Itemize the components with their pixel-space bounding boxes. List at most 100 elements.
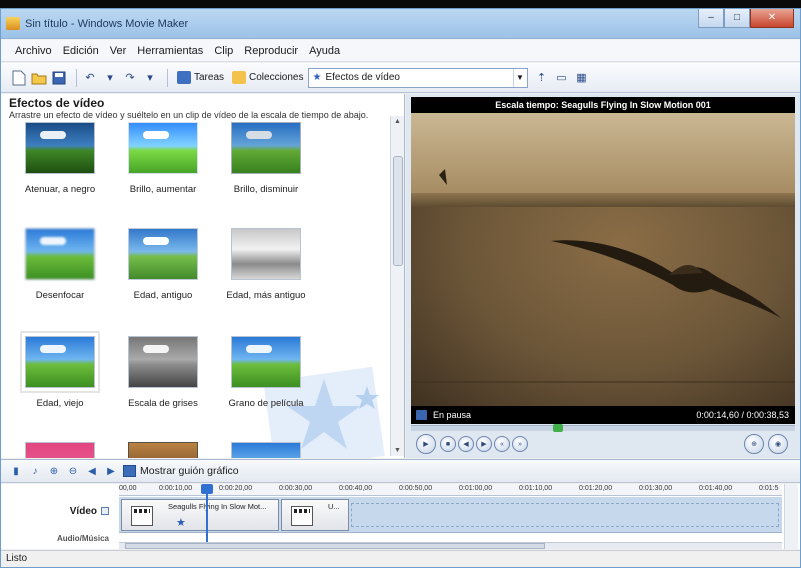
video-track-label[interactable]: Vídeo [1,506,117,517]
audio-track-label: Audio/Música [56,534,109,543]
effect-tile[interactable]: Edad, viejo [15,331,105,409]
ruler-tick: 0:01:20,00 [579,485,613,492]
playhead-handle[interactable] [201,484,213,494]
preview-status-bar: En pausa 0:00:14,60 / 0:00:38,53 [411,406,795,424]
menu-archivo[interactable]: Archivo [15,45,52,57]
timeline-clip[interactable]: Seagulls Flying In Slow Mot... ★ [121,499,279,531]
track-drop-zone[interactable] [351,503,779,527]
undo-dropdown-icon[interactable]: ▾ [102,68,118,88]
menu-reproducir[interactable]: Reproducir [244,45,298,57]
previous-frame-icon[interactable]: ◀ [458,436,474,452]
location-value: Efectos de vídeo [325,72,400,83]
rewind-icon[interactable]: « [494,436,510,452]
main-toolbar: ↶ ▾ ↷ ▾ Tareas Colecciones ★ Efectos de … [1,63,800,93]
next-frame-icon[interactable]: ▶ [476,436,492,452]
maximize-button[interactable]: □ [724,9,750,28]
ruler-tick: 00,00 [119,485,137,492]
clip-title: U... [328,502,340,511]
title-bar[interactable]: Sin título - Windows Movie Maker – □ ✕ [1,9,800,39]
effect-tile[interactable]: Brillo, disminuir [221,122,311,195]
effect-label: Brillo, aumentar [129,184,197,195]
minimize-button[interactable]: – [698,9,724,28]
play-icon[interactable]: ▶ [416,434,436,454]
chevron-down-icon[interactable]: ▼ [512,68,527,87]
stop-icon[interactable]: ■ [440,436,456,452]
clip-title: Seagulls Flying In Slow Mot... [168,502,267,511]
redo-dropdown-icon[interactable]: ▾ [142,68,158,88]
menu-ver[interactable]: Ver [110,45,127,57]
show-storyboard-button[interactable]: Mostrar guión gráfico [123,465,239,477]
effect-tile[interactable]: Desenfocar [15,228,105,301]
scroll-up-icon[interactable]: ▲ [394,118,401,125]
collections-label: Colecciones [249,72,304,83]
narrate-icon[interactable]: ♪ [28,464,42,478]
collections-button[interactable]: Colecciones [228,67,307,89]
toolbar-separator [76,68,77,87]
location-combo[interactable]: ★ Efectos de vídeo ▼ [307,67,528,88]
timeline-hscrollbar[interactable] [119,542,782,549]
effect-tile[interactable]: Brillo, aumentar [118,122,208,195]
video-frame[interactable] [411,113,795,406]
effect-tile[interactable]: Edad, antiguo [118,228,208,301]
effect-tile[interactable] [15,442,105,458]
set-audio-levels-icon[interactable]: ▮ [9,464,23,478]
zoom-out-icon[interactable]: ⊖ [66,464,80,478]
expand-track-icon[interactable] [101,507,109,516]
take-picture-icon[interactable]: ◉ [768,434,788,454]
effect-tile[interactable]: Grano de película [221,336,311,409]
close-button[interactable]: ✕ [750,9,794,28]
seagull-image [411,169,795,383]
scroll-down-icon[interactable]: ▼ [394,447,401,454]
effects-pane: Efectos de vídeo Arrastre un efecto de v… [1,94,405,458]
timeline-vscrollbar[interactable] [784,484,798,549]
menu-herramientas[interactable]: Herramientas [137,45,203,57]
go-up-icon[interactable]: ⇡ [534,68,550,88]
split-clip-icon[interactable]: ⊕ [744,434,764,454]
effect-label: Desenfocar [35,290,85,301]
redo-icon[interactable]: ↷ [122,68,138,88]
storyboard-icon [123,465,136,477]
ruler-tick: 0:00:20,00 [219,485,253,492]
save-project-icon[interactable] [51,68,67,88]
seek-bar[interactable] [411,424,795,432]
menu-clip[interactable]: Clip [214,45,233,57]
effect-thumbnail [231,442,301,458]
timeline-ruler[interactable]: 00,00 0:00:10,00 0:00:20,00 0:00:30,00 0… [119,484,782,496]
tasks-button[interactable]: Tareas [173,67,228,89]
rewind-timeline-icon[interactable]: ◀ [85,464,99,478]
effect-thumbnail [231,228,301,280]
views-icon[interactable]: ▦ [574,68,590,88]
effect-tile[interactable]: Escala de grises [118,336,208,409]
effect-tile[interactable] [118,442,208,458]
effect-tile[interactable]: Edad, más antiguo [221,228,311,301]
playback-status: En pausa [433,410,472,420]
timeline-clip[interactable]: U... [281,499,349,531]
effects-scrollbar[interactable]: ▲ ▼ [390,116,404,456]
seek-knob[interactable] [553,424,564,432]
forward-icon[interactable]: » [512,436,528,452]
effect-tile[interactable] [221,442,311,458]
menu-bar: Archivo Edición Ver Herramientas Clip Re… [1,40,800,62]
effect-tile[interactable]: Atenuar, a negro [15,122,105,195]
zoom-in-icon[interactable]: ⊕ [47,464,61,478]
effect-thumbnail [231,122,301,174]
ruler-tick: 0:00:10,00 [159,485,193,492]
audio-track[interactable] [119,534,782,542]
play-timeline-icon[interactable]: ▶ [104,464,118,478]
scrollbar-thumb[interactable] [393,156,403,266]
menu-edicion[interactable]: Edición [63,45,99,57]
video-effect-star-icon: ★ [176,517,186,529]
hscroll-thumb[interactable] [125,543,545,549]
new-folder-icon[interactable]: ▭ [554,68,570,88]
video-track[interactable]: Seagulls Flying In Slow Mot... ★ U... [119,497,782,533]
playhead[interactable] [201,484,213,542]
undo-icon[interactable]: ↶ [82,68,98,88]
menu-ayuda[interactable]: Ayuda [309,45,340,57]
open-project-icon[interactable] [31,68,47,88]
effect-label: Edad, antiguo [133,290,193,301]
playback-controls: ▶ ■ ◀ ▶ « » [416,434,530,454]
effect-thumbnail [231,336,301,388]
new-project-icon[interactable] [11,68,27,88]
toolbar-separator [167,68,168,87]
effect-label: Escala de grises [128,398,198,409]
